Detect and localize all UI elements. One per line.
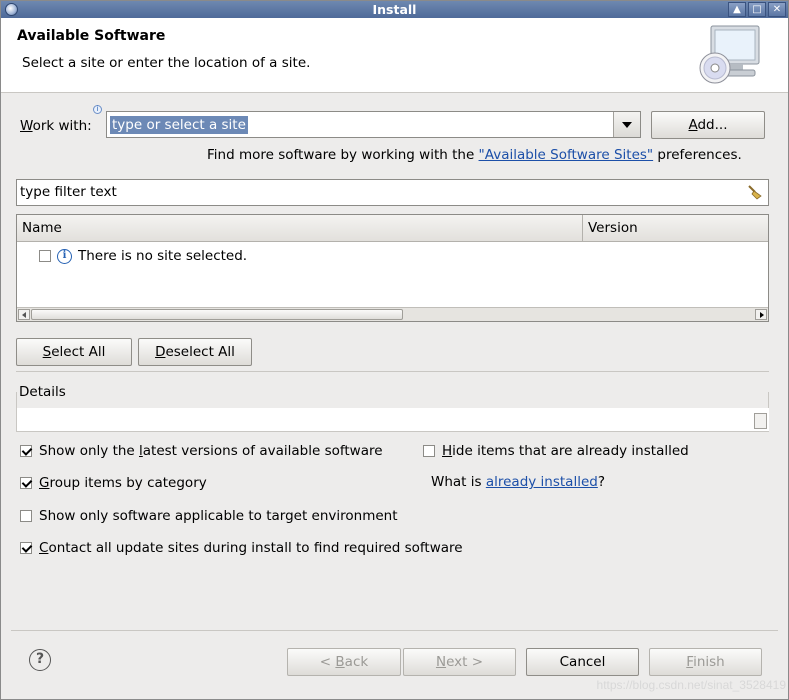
column-header-name[interactable]: Name xyxy=(17,215,583,241)
window-controls: ▲ □ ✕ xyxy=(728,2,786,17)
footer-divider xyxy=(11,630,778,631)
filter-field[interactable]: type filter text xyxy=(16,179,769,206)
back-button[interactable]: < Back xyxy=(287,648,401,676)
available-software-sites-link[interactable]: "Available Software Sites" xyxy=(479,147,654,163)
page-title: Available Software xyxy=(17,28,166,44)
work-with-combo[interactable]: type or select a site xyxy=(106,111,641,138)
work-with-label: Work with: xyxy=(20,118,92,134)
details-scroll-icon[interactable] xyxy=(754,413,767,429)
finish-button[interactable]: Finish xyxy=(649,648,762,676)
target-environment-label: Show only software applicable to target … xyxy=(39,508,398,524)
target-environment-checkbox[interactable] xyxy=(20,510,32,522)
row-checkbox[interactable] xyxy=(39,250,51,262)
table-header: Name Version xyxy=(17,215,768,242)
table-row[interactable]: i There is no site selected. xyxy=(39,248,247,264)
option-latest-versions[interactable]: Show only the latest versions of availab… xyxy=(20,443,383,459)
what-is-installed-text: What is already installed? xyxy=(431,474,606,490)
install-window: Install ▲ □ ✕ Available Software Select … xyxy=(0,0,789,700)
details-group xyxy=(16,392,769,432)
next-button[interactable]: Next > xyxy=(403,648,516,676)
option-group-by-category[interactable]: Group items by category xyxy=(20,475,207,491)
help-icon[interactable]: ? xyxy=(29,649,51,671)
group-by-category-label: Group items by category xyxy=(39,475,207,491)
cancel-button[interactable]: Cancel xyxy=(526,648,639,676)
close-icon[interactable]: ✕ xyxy=(768,2,786,17)
maximize-icon[interactable]: ▲ xyxy=(728,2,746,17)
latest-versions-checkbox[interactable] xyxy=(20,445,32,457)
wizard-header: Available Software Select a site or ente… xyxy=(1,18,788,93)
clear-filter-icon[interactable] xyxy=(746,184,762,200)
info-icon: i xyxy=(57,248,72,264)
scroll-right-icon[interactable] xyxy=(755,309,767,320)
details-text[interactable] xyxy=(17,408,769,431)
title-bar[interactable]: Install ▲ □ ✕ xyxy=(1,1,788,18)
divider xyxy=(16,371,769,372)
option-hide-installed[interactable]: Hide items that are already installed xyxy=(423,443,689,459)
work-with-input[interactable]: type or select a site xyxy=(110,116,248,134)
hide-installed-label: Hide items that are already installed xyxy=(442,443,689,459)
contact-sites-checkbox[interactable] xyxy=(20,542,32,554)
already-installed-link[interactable]: already installed xyxy=(486,474,598,490)
select-all-button[interactable]: Select All xyxy=(16,338,132,366)
hide-installed-checkbox[interactable] xyxy=(423,445,435,457)
group-by-category-checkbox[interactable] xyxy=(20,477,32,489)
software-table: Name Version i There is no site selected… xyxy=(16,214,769,322)
filter-input[interactable]: type filter text xyxy=(20,184,117,200)
deselect-all-button[interactable]: Deselect All xyxy=(138,338,252,366)
horizontal-scrollbar[interactable] xyxy=(17,307,768,321)
contact-sites-label: Contact all update sites during install … xyxy=(39,540,463,556)
install-monitor-icon xyxy=(699,25,760,84)
page-description: Select a site or enter the location of a… xyxy=(22,55,311,71)
option-target-environment[interactable]: Show only software applicable to target … xyxy=(20,508,398,524)
scroll-left-icon[interactable] xyxy=(18,309,30,320)
details-label: Details xyxy=(19,384,70,400)
option-contact-update-sites[interactable]: Contact all update sites during install … xyxy=(20,540,463,556)
row-text: There is no site selected. xyxy=(78,248,248,264)
add-site-button[interactable]: Add... xyxy=(651,111,765,139)
restore-icon[interactable]: □ xyxy=(748,2,766,17)
column-header-version[interactable]: Version xyxy=(583,215,768,241)
watermark: https://blog.csdn.net/sinat_3528419 xyxy=(596,678,786,692)
chevron-down-icon[interactable] xyxy=(613,112,640,137)
scrollbar-thumb[interactable] xyxy=(31,309,403,320)
latest-versions-label: Show only the latest versions of availab… xyxy=(39,443,383,459)
window-title: Install xyxy=(372,2,417,17)
info-decoration-icon: i xyxy=(93,105,102,114)
find-more-text: Find more software by working with the "… xyxy=(207,147,742,163)
